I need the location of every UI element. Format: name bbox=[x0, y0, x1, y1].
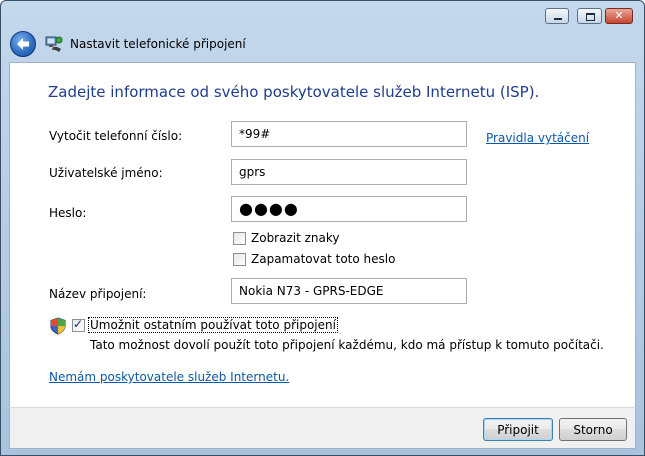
cancel-button[interactable]: Storno bbox=[559, 418, 627, 441]
back-arrow-icon bbox=[17, 38, 29, 50]
connection-name-input[interactable] bbox=[231, 278, 467, 304]
allow-others-label[interactable]: Umožnit ostatním používat toto připojení bbox=[88, 317, 338, 333]
maximize-button[interactable] bbox=[577, 8, 602, 24]
connect-button[interactable]: Připojit bbox=[483, 418, 553, 441]
title-bar: ✕ bbox=[1, 1, 644, 31]
password-label: Heslo: bbox=[49, 206, 87, 220]
connection-name-label: Název připojení: bbox=[49, 287, 147, 301]
phone-label: Vytočit telefonní číslo: bbox=[49, 129, 183, 143]
phone-input[interactable] bbox=[231, 121, 467, 147]
password-masked-value: ●●●● bbox=[239, 199, 299, 218]
minimize-icon bbox=[546, 9, 568, 23]
remember-password-checkbox[interactable] bbox=[233, 253, 246, 266]
maximize-icon bbox=[578, 9, 601, 23]
window-title: Nastavit telefonické připojení bbox=[70, 37, 246, 51]
dialing-rules-link[interactable]: Pravidla vytáčení bbox=[486, 131, 589, 145]
network-phone-icon bbox=[45, 36, 63, 52]
allow-others-checkbox[interactable] bbox=[72, 317, 85, 332]
show-chars-label[interactable]: Zobrazit znaky bbox=[251, 231, 340, 245]
back-button[interactable] bbox=[10, 31, 36, 57]
uac-shield-icon bbox=[50, 317, 66, 335]
minimize-button[interactable] bbox=[545, 8, 569, 24]
show-chars-checkbox[interactable] bbox=[233, 232, 246, 245]
button-bar: Připojit Storno bbox=[9, 407, 636, 449]
wizard-content: Zadejte informace od svého poskytovatele… bbox=[9, 62, 636, 407]
username-label: Uživatelské jméno: bbox=[49, 166, 163, 180]
close-button[interactable]: ✕ bbox=[605, 8, 633, 24]
wizard-window: ✕ Nastavit telefonické připojení Zadejte… bbox=[0, 0, 645, 456]
page-heading: Zadejte informace od svého poskytovatele… bbox=[48, 83, 540, 101]
username-input[interactable] bbox=[231, 159, 467, 185]
allow-others-description: Tato možnost dovolí použít toto připojen… bbox=[90, 338, 604, 352]
no-isp-link[interactable]: Nemám poskytovatele služeb Internetu. bbox=[49, 370, 289, 384]
close-icon: ✕ bbox=[614, 9, 624, 22]
remember-password-label[interactable]: Zapamatovat toto heslo bbox=[251, 252, 395, 266]
